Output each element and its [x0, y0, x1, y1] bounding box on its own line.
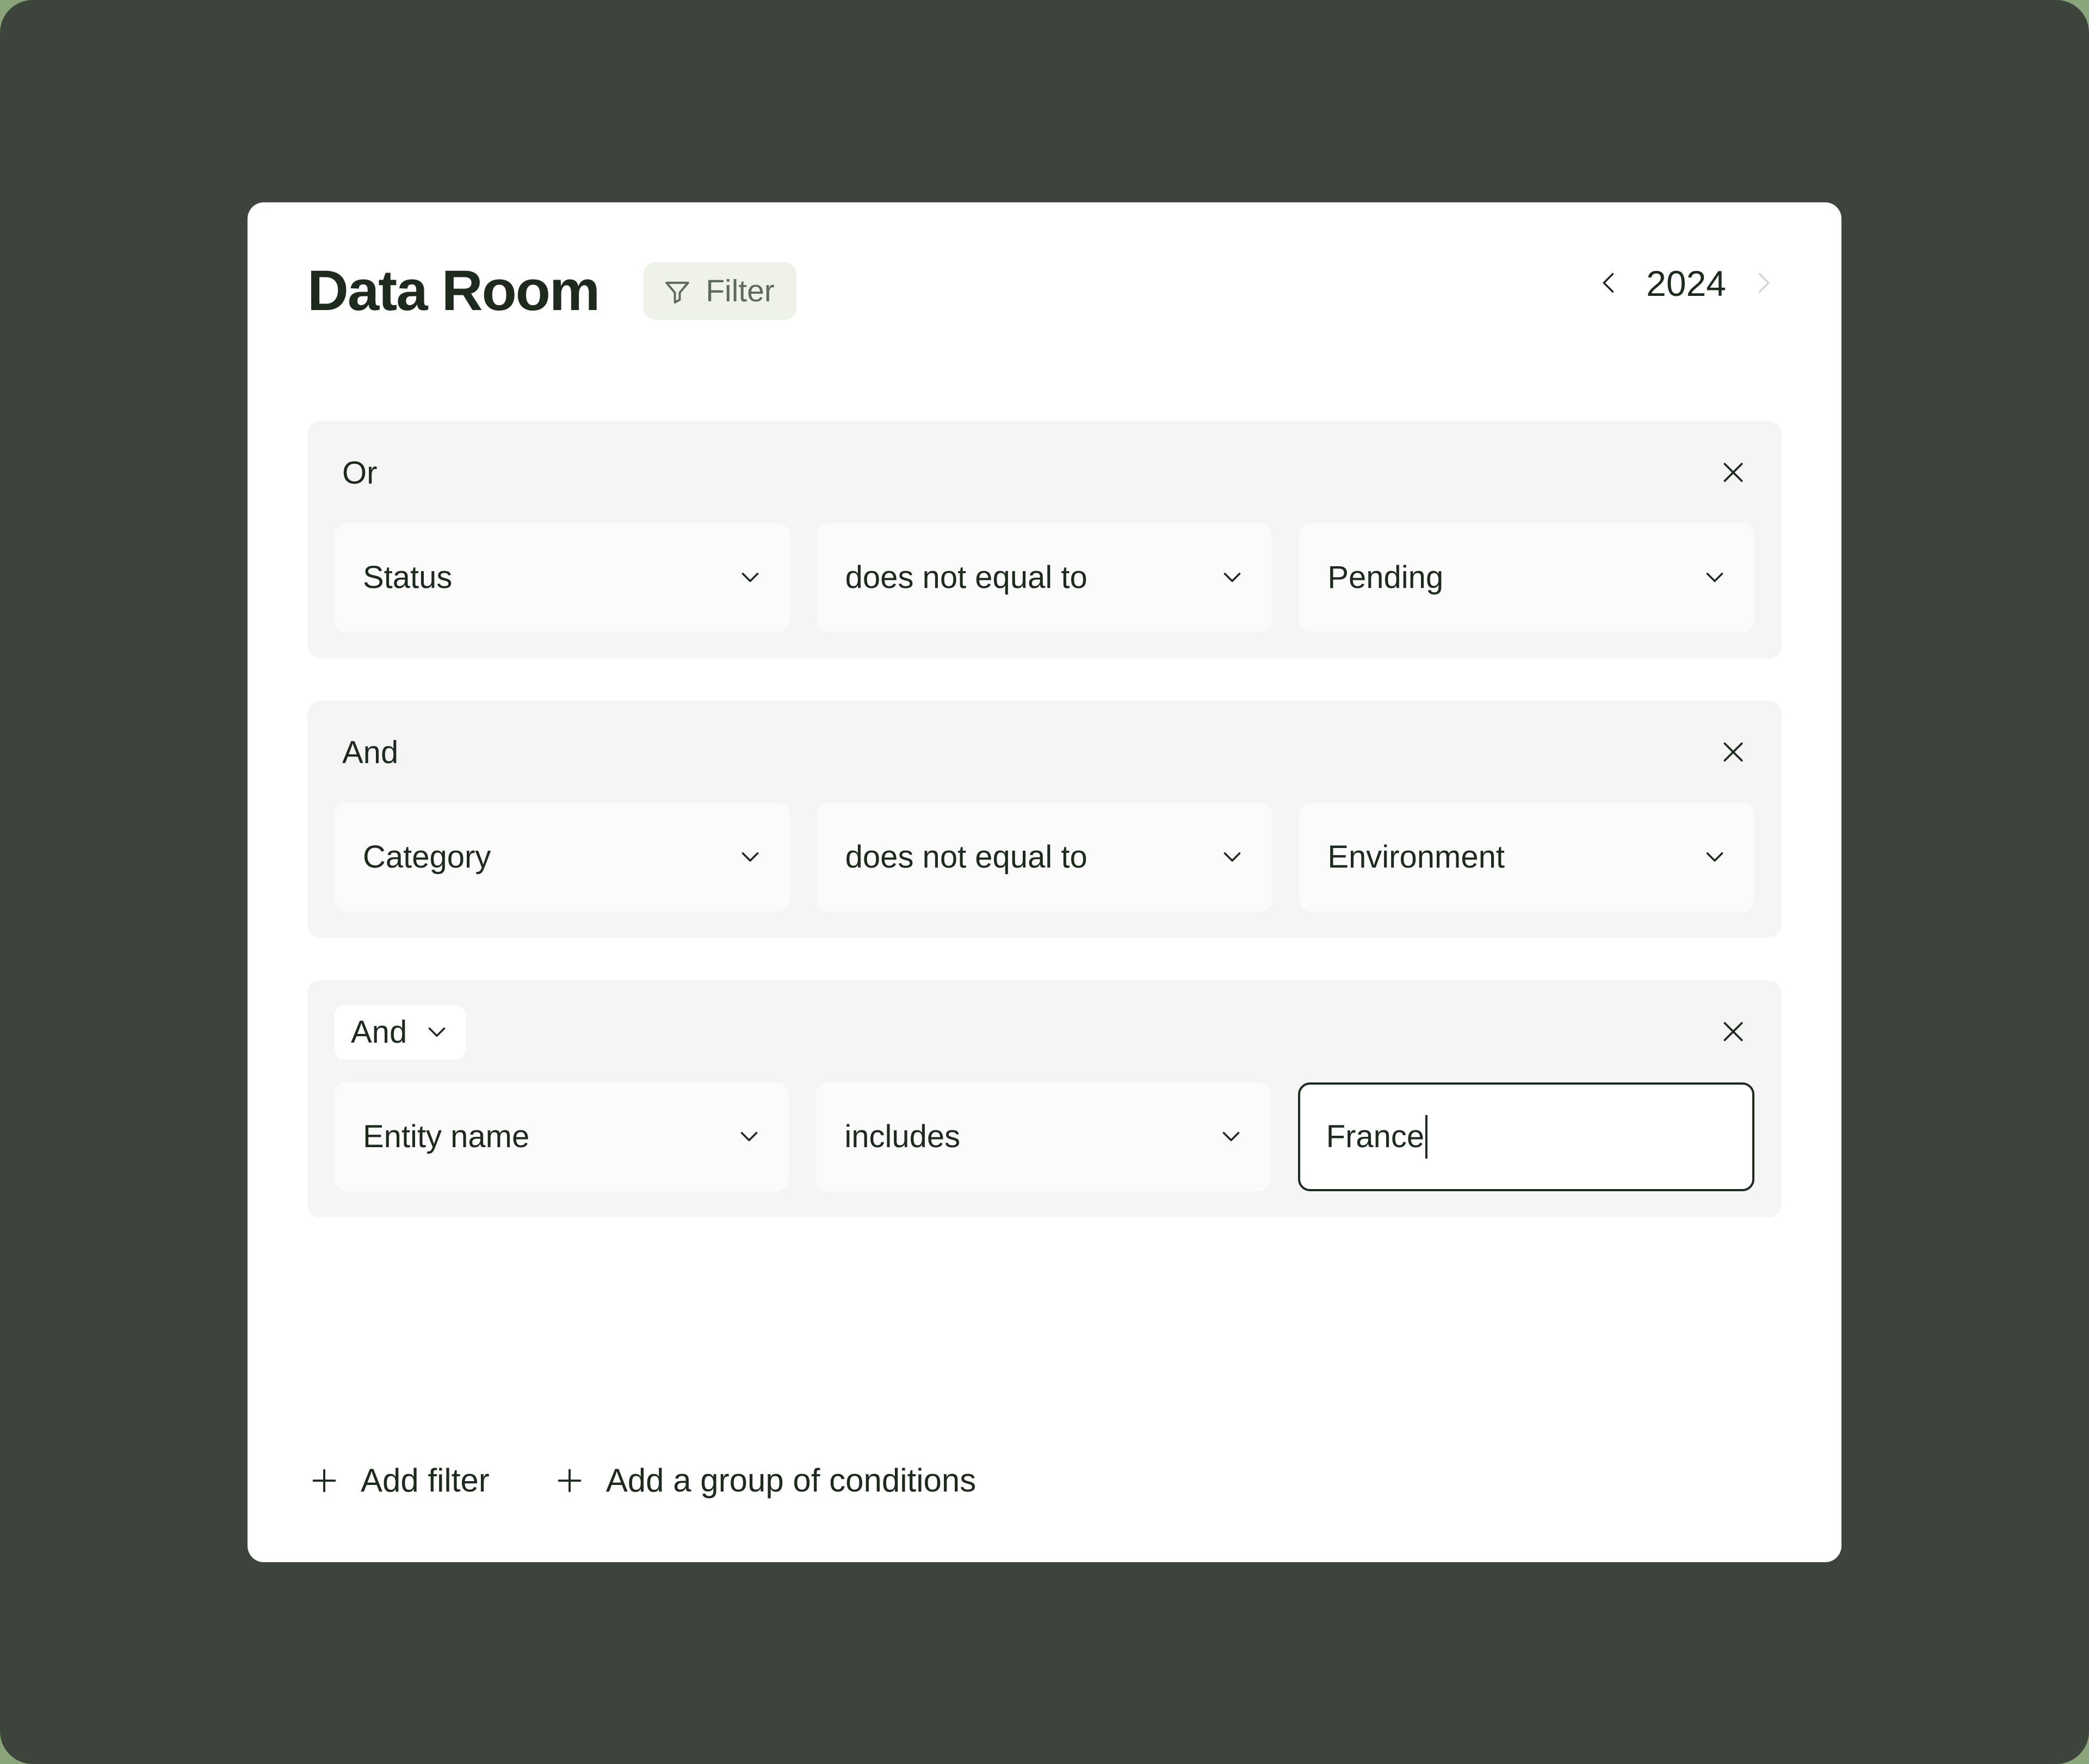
condition-value-input[interactable]: France	[1297, 1082, 1754, 1191]
remove-group-button[interactable]	[1712, 731, 1754, 775]
year-label: 2024	[1646, 263, 1726, 304]
chevron-down-icon	[737, 843, 764, 872]
remove-group-button[interactable]	[1712, 451, 1754, 496]
plus-icon	[307, 1464, 341, 1497]
condition-field-label: Status	[363, 560, 453, 595]
chevron-down-icon	[1219, 564, 1246, 592]
group-operator-select[interactable]: And	[335, 1005, 466, 1060]
close-icon	[1717, 736, 1749, 770]
text-cursor	[1425, 1115, 1428, 1159]
condition-row: Category does not equal to Environment	[335, 803, 1755, 912]
filter-group: And Category does not equal to Environme…	[307, 701, 1782, 938]
condition-value-label: Environment	[1327, 839, 1505, 875]
year-next-button[interactable]	[1745, 264, 1782, 303]
funnel-icon	[662, 276, 693, 306]
condition-operator-select[interactable]: does not equal to	[817, 523, 1272, 632]
chevron-down-icon	[1701, 564, 1728, 592]
screen-root: Data Room Filter 2024 Or Status does not…	[0, 0, 2089, 1764]
chevron-right-icon	[1749, 269, 1777, 299]
condition-value-text: France	[1326, 1119, 1425, 1154]
filter-builder-card: Data Room Filter 2024 Or Status does not…	[248, 202, 1841, 1562]
condition-value-select[interactable]: Pending	[1299, 523, 1755, 632]
plus-icon	[553, 1464, 586, 1497]
chevron-down-icon	[1701, 843, 1728, 872]
close-icon	[1717, 457, 1749, 490]
chevron-down-icon	[1219, 843, 1246, 872]
filter-group-header: And	[335, 1004, 1754, 1061]
add-filter-label: Add filter	[361, 1462, 490, 1499]
condition-value-label: Pending	[1327, 560, 1444, 595]
group-operator-label: And	[351, 1014, 407, 1050]
filter-group: Or Status does not equal to Pending	[307, 421, 1782, 658]
filter-groups-list: Or Status does not equal to Pending And …	[307, 421, 1782, 1260]
add-group-label: Add a group of conditions	[605, 1462, 976, 1499]
filter-group-header: And	[335, 725, 1754, 781]
condition-field-select[interactable]: Status	[335, 523, 790, 632]
card-footer: Add filter Add a group of conditions	[307, 1458, 976, 1503]
chevron-left-icon	[1595, 269, 1623, 299]
chevron-down-icon	[737, 564, 764, 592]
year-navigator: 2024	[1591, 263, 1782, 304]
condition-operator-select[interactable]: does not equal to	[817, 803, 1272, 912]
filter-group: And Entity name includes France	[307, 980, 1782, 1217]
chevron-down-icon	[1217, 1123, 1245, 1152]
chevron-down-icon	[736, 1123, 763, 1152]
add-group-of-conditions-button[interactable]: Add a group of conditions	[553, 1458, 976, 1503]
condition-row: Status does not equal to Pending	[335, 523, 1755, 632]
condition-field-select[interactable]: Category	[335, 803, 790, 912]
chevron-down-icon	[423, 1018, 450, 1047]
condition-operator-label: includes	[844, 1119, 961, 1154]
condition-value-select[interactable]: Environment	[1299, 803, 1755, 912]
condition-operator-select[interactable]: includes	[816, 1082, 1271, 1191]
condition-operator-label: does not equal to	[845, 839, 1087, 875]
condition-operator-label: does not equal to	[845, 560, 1087, 595]
condition-row: Entity name includes France	[335, 1082, 1754, 1191]
remove-group-button[interactable]	[1712, 1011, 1754, 1055]
close-icon	[1717, 1016, 1749, 1049]
group-operator-label: And	[342, 735, 399, 770]
condition-field-label: Entity name	[363, 1119, 530, 1154]
filter-group-header: Or	[335, 445, 1754, 502]
page-title: Data Room	[307, 259, 600, 323]
filter-chip-button[interactable]: Filter	[644, 262, 796, 320]
year-prev-button[interactable]	[1591, 264, 1628, 303]
add-filter-button[interactable]: Add filter	[307, 1458, 490, 1503]
group-operator-label: Or	[342, 455, 378, 491]
filter-chip-label: Filter	[706, 274, 775, 308]
condition-field-select[interactable]: Entity name	[335, 1082, 789, 1191]
header-left-cluster: Data Room Filter	[307, 256, 796, 326]
card-header: Data Room Filter 2024	[307, 256, 1782, 332]
condition-field-label: Category	[363, 839, 491, 875]
